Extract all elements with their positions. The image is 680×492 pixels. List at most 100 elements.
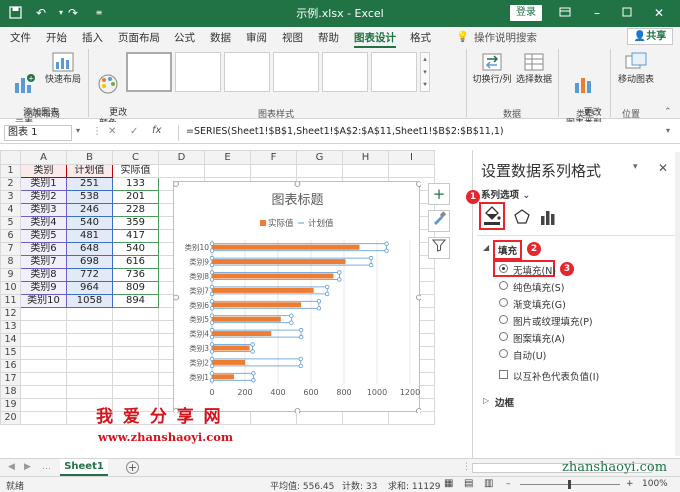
column-header[interactable]: B bbox=[66, 150, 113, 165]
cell[interactable]: 计划值 bbox=[66, 164, 113, 178]
actual-bar[interactable] bbox=[212, 287, 314, 293]
cell[interactable]: 类别5 bbox=[20, 229, 67, 243]
switch-row-column-button[interactable]: 切换行/列 bbox=[472, 51, 512, 86]
column-header[interactable]: G bbox=[296, 150, 343, 165]
row-header[interactable]: 5 bbox=[0, 216, 21, 230]
chart-style-thumb-6[interactable] bbox=[371, 52, 417, 92]
column-header[interactable]: H bbox=[342, 150, 389, 165]
row-header[interactable]: 13 bbox=[0, 320, 21, 334]
fill-option[interactable]: 自动(U) bbox=[499, 348, 546, 362]
fill-option-radio[interactable] bbox=[499, 298, 508, 307]
more-sheets-icon[interactable]: … bbox=[42, 462, 51, 472]
actual-bar[interactable] bbox=[212, 259, 346, 265]
tab-help[interactable]: 帮助 bbox=[318, 30, 339, 45]
cell[interactable]: 1058 bbox=[66, 294, 113, 308]
effects-tab[interactable] bbox=[513, 208, 531, 229]
more-tabs-icon[interactable]: ⋮ bbox=[462, 462, 471, 472]
save-icon[interactable] bbox=[8, 6, 22, 20]
row-header[interactable]: 12 bbox=[0, 307, 21, 321]
cell[interactable] bbox=[388, 164, 435, 178]
cell[interactable] bbox=[20, 320, 67, 334]
column-header[interactable]: I bbox=[388, 150, 435, 165]
insert-function-icon[interactable]: fx bbox=[152, 125, 161, 136]
row-header[interactable]: 20 bbox=[0, 411, 21, 425]
fill-option[interactable]: 纯色填充(S) bbox=[499, 280, 564, 294]
undo-icon[interactable]: ↶ bbox=[34, 6, 48, 20]
cell[interactable]: 类别9 bbox=[20, 281, 67, 295]
chart-style-thumb-1[interactable] bbox=[126, 52, 172, 92]
fill-option[interactable]: 渐变填充(G) bbox=[499, 297, 566, 311]
fill-option-radio[interactable] bbox=[499, 315, 508, 324]
chart-style-thumb-5[interactable] bbox=[322, 52, 368, 92]
tab-view[interactable]: 视图 bbox=[282, 30, 303, 45]
pane-options-icon[interactable]: ▾ bbox=[633, 162, 638, 172]
cell[interactable]: 251 bbox=[66, 177, 113, 191]
fill-option-radio[interactable] bbox=[499, 264, 508, 273]
fill-line-tab[interactable] bbox=[479, 202, 505, 230]
fill-option[interactable]: 图片或纹理填充(P) bbox=[499, 314, 593, 328]
cell[interactable]: 648 bbox=[66, 242, 113, 256]
customize-toolbar-icon[interactable]: ≡ bbox=[92, 6, 106, 20]
row-header[interactable]: 7 bbox=[0, 242, 21, 256]
fill-option-radio[interactable] bbox=[499, 332, 508, 341]
expand-border-icon[interactable]: ▷ bbox=[483, 396, 489, 405]
actual-bar[interactable] bbox=[212, 374, 234, 380]
name-box[interactable]: 图表 1 bbox=[4, 125, 72, 141]
cell[interactable] bbox=[66, 346, 113, 360]
cell[interactable] bbox=[250, 164, 297, 178]
zoom-slider-thumb[interactable] bbox=[568, 480, 571, 489]
collapse-fill-icon[interactable]: ◢ bbox=[483, 243, 489, 252]
cell[interactable] bbox=[66, 320, 113, 334]
series-options-dropdown[interactable]: 系列选项 ⌄ bbox=[481, 187, 530, 201]
cell[interactable] bbox=[20, 346, 67, 360]
fill-option[interactable]: 图案填充(A) bbox=[499, 331, 565, 345]
ribbon-display-icon[interactable] bbox=[558, 6, 572, 20]
cell[interactable]: 540 bbox=[66, 216, 113, 230]
page-break-view-icon[interactable]: ▥ bbox=[484, 478, 493, 489]
add-sheet-icon[interactable]: + bbox=[126, 461, 139, 474]
cell[interactable] bbox=[20, 372, 67, 386]
cancel-icon[interactable]: ✕ bbox=[108, 126, 116, 137]
cell[interactable] bbox=[388, 411, 435, 425]
column-header[interactable]: C bbox=[112, 150, 159, 165]
tab-formulas[interactable]: 公式 bbox=[174, 30, 195, 45]
row-header[interactable]: 16 bbox=[0, 359, 21, 373]
border-section-header[interactable]: 边框 bbox=[495, 395, 514, 409]
cell[interactable] bbox=[112, 346, 159, 360]
scroll-left-icon[interactable]: ◀ bbox=[8, 462, 15, 472]
select-data-button[interactable]: 选择数据 bbox=[514, 51, 554, 86]
cell[interactable] bbox=[20, 333, 67, 347]
row-header[interactable]: 3 bbox=[0, 190, 21, 204]
row-header[interactable]: 8 bbox=[0, 255, 21, 269]
cell[interactable]: 894 bbox=[112, 294, 159, 308]
zoom-level[interactable]: 100% bbox=[642, 479, 668, 489]
tab-review[interactable]: 审阅 bbox=[246, 30, 267, 45]
series-options-tab[interactable] bbox=[539, 208, 557, 229]
pane-scrollbar[interactable] bbox=[675, 152, 680, 456]
cell[interactable] bbox=[158, 164, 205, 178]
tab-chart-design[interactable]: 图表设计 bbox=[354, 30, 396, 48]
cell[interactable] bbox=[20, 359, 67, 373]
cell[interactable]: 964 bbox=[66, 281, 113, 295]
cell[interactable] bbox=[204, 164, 251, 178]
cell[interactable]: 698 bbox=[66, 255, 113, 269]
cell[interactable] bbox=[342, 164, 389, 178]
normal-view-icon[interactable]: ▦ bbox=[444, 478, 453, 489]
cell[interactable] bbox=[20, 398, 67, 412]
row-header[interactable]: 1 bbox=[0, 164, 21, 178]
cell[interactable] bbox=[296, 411, 343, 425]
move-chart-button[interactable]: 移动图表 bbox=[614, 51, 658, 86]
cell[interactable]: 类别4 bbox=[20, 216, 67, 230]
collapse-ribbon-icon[interactable]: ⌃ bbox=[664, 107, 672, 117]
cell[interactable]: 类别2 bbox=[20, 190, 67, 204]
row-header[interactable]: 9 bbox=[0, 268, 21, 282]
cell[interactable] bbox=[20, 411, 67, 425]
cell[interactable] bbox=[250, 411, 297, 425]
invert-negative-option[interactable]: 以互补色代表负值(I) bbox=[499, 369, 599, 383]
bar-chart[interactable]: 图表标题实际值 计划值 0 200 400 600 800 1000 1200 类别1 类别2 类别3… bbox=[173, 181, 422, 414]
cell[interactable]: 772 bbox=[66, 268, 113, 282]
cell[interactable]: 类别7 bbox=[20, 255, 67, 269]
chart-style-thumb-2[interactable] bbox=[175, 52, 221, 92]
cell[interactable] bbox=[66, 372, 113, 386]
chart-style-thumb-4[interactable] bbox=[273, 52, 319, 92]
